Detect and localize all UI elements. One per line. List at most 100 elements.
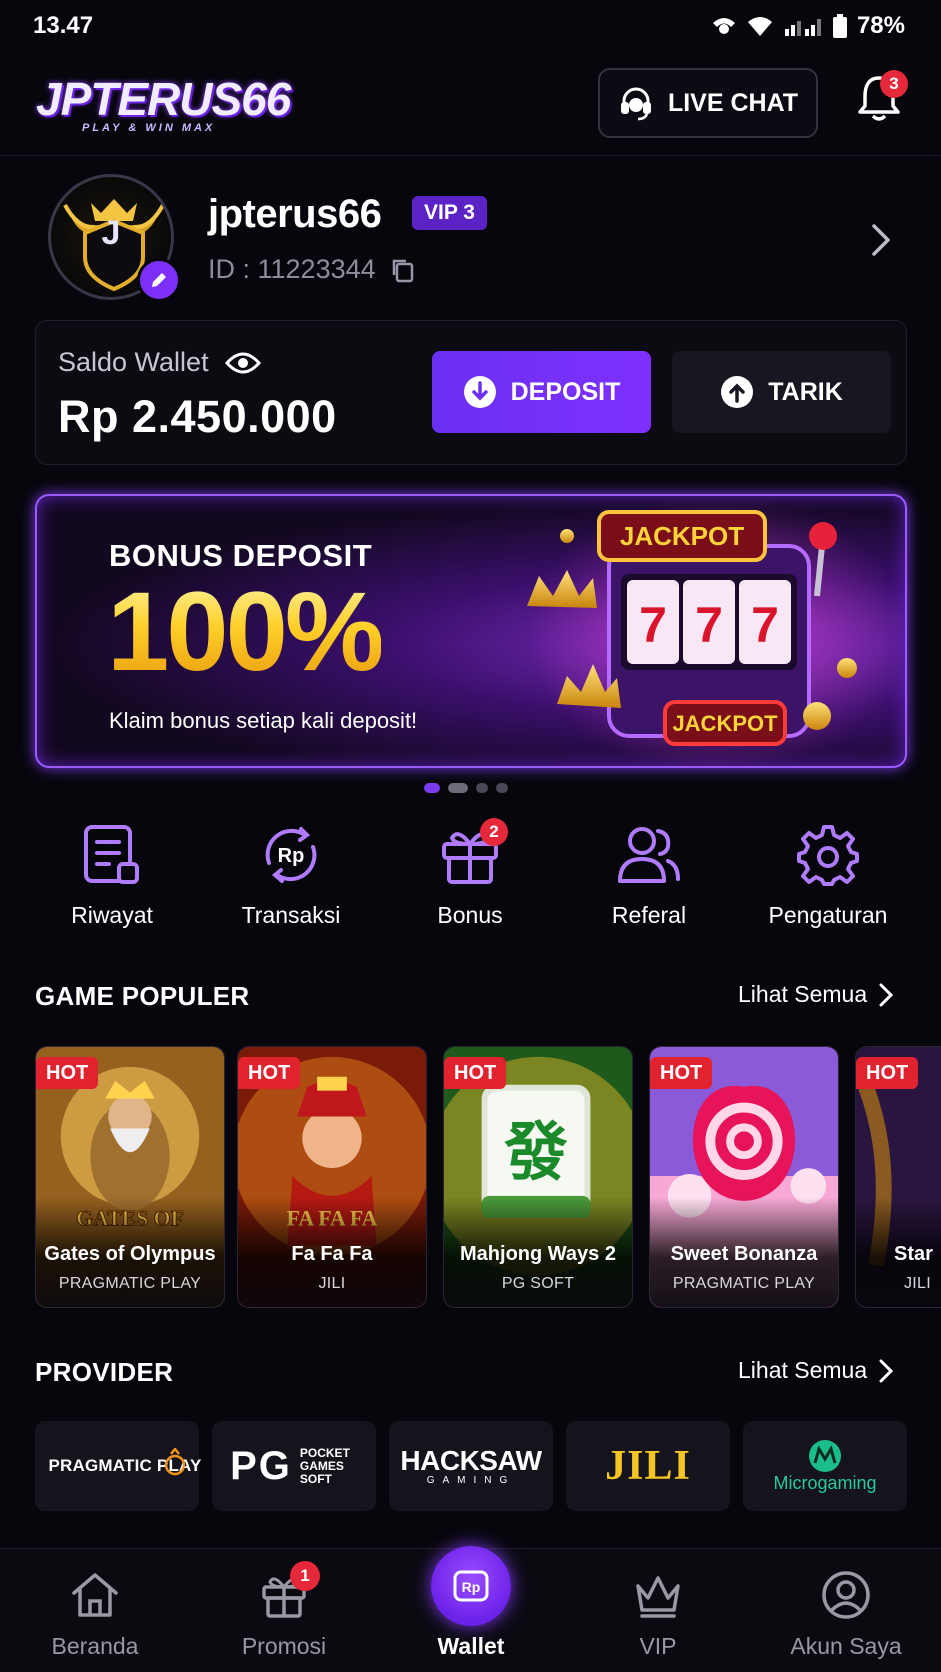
slot-reel-3: 7: [751, 597, 779, 653]
game-name: Star: [894, 1243, 933, 1265]
svg-text:Rp: Rp: [462, 1579, 481, 1595]
pragmatic-play-logo-icon: [165, 1448, 186, 1476]
chevron-right-icon: [879, 1359, 894, 1382]
users-icon: [618, 827, 680, 883]
battery-percent: 78%: [856, 12, 905, 39]
game-card[interactable]: FA FA FA HOT Fa Fa Fa JILI: [237, 1046, 427, 1308]
status-time: 13.47: [33, 12, 94, 39]
nav-akun-saya[interactable]: Akun Saya: [771, 1569, 921, 1660]
menu-referal[interactable]: Referal: [559, 820, 739, 929]
popular-games-see-all-label: Lihat Semua: [738, 981, 868, 1007]
chevron-right-icon: [879, 983, 894, 1006]
notification-badge: 3: [880, 70, 908, 98]
game-name: Gates of Olympus: [44, 1243, 216, 1265]
deposit-button[interactable]: DEPOSIT: [432, 351, 651, 433]
menu-bonus[interactable]: 2 Bonus: [380, 818, 560, 929]
menu-bonus-label: Bonus: [437, 902, 503, 928]
history-list-icon: [84, 825, 139, 884]
carousel-dot-2[interactable]: [448, 783, 468, 793]
provider-subtext: GAMING: [426, 1474, 516, 1486]
popular-games-carousel: GATES OF HOT Gates of Olympus PRAGMATIC …: [35, 1046, 941, 1310]
provider-pragmatic-play[interactable]: PRAGMATIC PLAY: [35, 1421, 201, 1511]
provider-hacksaw[interactable]: HACKSAW GAMING: [389, 1421, 553, 1511]
promosi-badge: 1: [290, 1561, 320, 1591]
edit-avatar-button[interactable]: [137, 258, 181, 302]
withdraw-button[interactable]: TARIK: [672, 351, 891, 433]
live-chat-label: LIVE CHAT: [667, 88, 799, 117]
svg-text:Rp: Rp: [278, 845, 305, 867]
headset-icon: [620, 87, 651, 121]
nav-vip[interactable]: VIP: [583, 1569, 733, 1660]
wallet-label-row: Saldo Wallet: [58, 347, 261, 378]
game-name: Fa Fa Fa: [291, 1243, 373, 1265]
game-card[interactable]: HOT Star JILI: [855, 1046, 941, 1308]
eye-icon[interactable]: [224, 351, 261, 375]
providers-see-all[interactable]: Lihat Semua: [738, 1357, 894, 1384]
provider-jili[interactable]: JILI: [566, 1421, 730, 1511]
popular-games-title: GAME POPULER: [35, 981, 250, 1011]
provider-name: HACKSAW: [400, 1444, 542, 1476]
promo-banner[interactable]: BONUS DEPOSIT 100% Klaim bonus setiap ka…: [35, 494, 907, 768]
app-logo[interactable]: JPTERUS66 PLAY & WIN MAX: [36, 73, 291, 134]
pencil-icon: [152, 273, 166, 287]
carousel-dot-1[interactable]: [424, 783, 440, 793]
providers-see-all-label: Lihat Semua: [738, 1357, 868, 1383]
jackpot-top-label: JACKPOT: [620, 521, 744, 551]
wallet-label: Saldo Wallet: [58, 347, 209, 377]
nav-vip-label: VIP: [639, 1633, 677, 1659]
nav-promosi[interactable]: Promosi: [209, 1569, 359, 1660]
withdraw-label: TARIK: [768, 377, 843, 406]
username: jpterus66: [208, 192, 382, 236]
provider-pg-soft[interactable]: PG POCKET GAMES SOFT: [212, 1421, 376, 1511]
logo-text: JPTERUS66: [36, 73, 291, 125]
live-chat-button[interactable]: LIVE CHAT: [598, 68, 818, 138]
game-card[interactable]: GATES OF HOT Gates of Olympus PRAGMATIC …: [35, 1046, 225, 1308]
battery-icon: [832, 14, 847, 38]
providers-title: PROVIDER: [35, 1357, 174, 1387]
avatar-letter: J: [101, 214, 121, 252]
slot-reel-1: 7: [639, 597, 667, 653]
slot-machine-illustration: 7 7 7 JACKPOT JACKPOT: [527, 496, 905, 766]
provider-name: Microgaming: [773, 1472, 877, 1493]
wallet-fab-button[interactable]: Rp: [431, 1546, 511, 1626]
game-card[interactable]: 發 HOT Mahjong Ways 2 PG SOFT: [443, 1046, 633, 1308]
crown-icon: [636, 1576, 680, 1618]
status-icons: 78%: [711, 12, 905, 40]
provider-subtext: POCKET GAMES SOFT: [299, 1445, 350, 1486]
deposit-arrow-icon: [463, 376, 496, 408]
game-card[interactable]: HOT Sweet Bonanza PRAGMATIC PLAY: [649, 1046, 839, 1308]
deposit-label: DEPOSIT: [510, 377, 621, 406]
menu-transaksi-label: Transaksi: [241, 902, 341, 928]
hot-badge: HOT: [444, 1057, 507, 1089]
nav-beranda[interactable]: Beranda: [20, 1569, 170, 1660]
menu-riwayat-label: Riwayat: [71, 902, 153, 928]
game-provider: PG SOFT: [501, 1275, 575, 1292]
hot-badge: HOT: [650, 1057, 713, 1089]
wallet-rp-icon: Rp: [453, 1570, 489, 1602]
hot-badge: HOT: [238, 1057, 301, 1089]
transaction-rp-icon: Rp: [265, 827, 317, 883]
nav-beranda-label: Beranda: [51, 1633, 139, 1659]
provider-name: JILI: [605, 1443, 691, 1489]
carousel-dot-4[interactable]: [496, 783, 508, 793]
status-bar: 13.47 78%: [0, 0, 941, 52]
bonus-badge: 2: [480, 818, 508, 846]
menu-pengaturan-label: Pengaturan: [768, 902, 888, 928]
carousel-dot-3[interactable]: [476, 783, 488, 793]
menu-transaksi[interactable]: Rp Transaksi: [201, 820, 381, 929]
game-provider: JILI: [904, 1275, 931, 1292]
wallet-balance: Rp 2.450.000: [58, 391, 337, 442]
user-id: ID : 11223344: [208, 254, 376, 284]
game-provider: PRAGMATIC PLAY: [58, 1275, 202, 1292]
provider-microgaming[interactable]: Microgaming: [743, 1421, 907, 1511]
banner-carousel-dots: [424, 783, 508, 793]
profile-chevron-icon[interactable]: [870, 222, 892, 263]
menu-riwayat[interactable]: Riwayat: [22, 820, 202, 929]
copy-icon[interactable]: [390, 257, 416, 283]
banner-subtitle: Klaim bonus setiap kali deposit!: [109, 708, 418, 733]
game-name: Mahjong Ways 2: [460, 1243, 616, 1265]
menu-pengaturan[interactable]: Pengaturan: [738, 820, 918, 929]
banner-highlight: 100%: [107, 569, 384, 694]
privacy-eye-icon: [712, 18, 735, 34]
popular-games-see-all[interactable]: Lihat Semua: [738, 981, 894, 1008]
